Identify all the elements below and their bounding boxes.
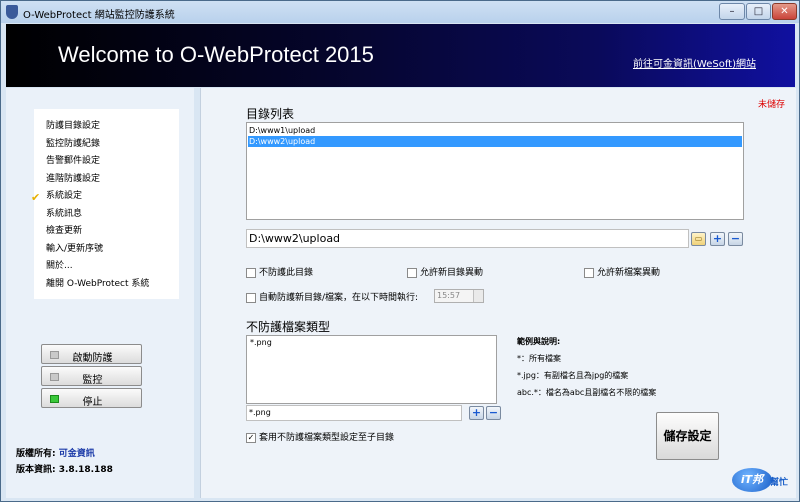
note-line: *.jpg：有副檔名且為jpg的檔案: [517, 371, 629, 380]
stop-button[interactable]: 停止: [41, 388, 142, 408]
menu-item-serial[interactable]: 輸入/更新序號: [46, 241, 103, 254]
minimize-button[interactable]: –: [719, 3, 745, 20]
allow-new-dir-checkbox[interactable]: 允許新目錄異動: [407, 265, 483, 278]
no-protect-dir-checkbox[interactable]: 不防護此目錄: [246, 265, 313, 278]
selected-check-icon: ✔: [31, 191, 41, 204]
list-item-selected[interactable]: D:\www2\upload: [248, 136, 742, 147]
ext-input[interactable]: *.png: [246, 405, 462, 421]
folder-browse-icon[interactable]: ▭: [691, 232, 706, 246]
ext-list[interactable]: *.png: [246, 335, 497, 404]
maximize-button[interactable]: □: [746, 3, 771, 20]
unsaved-indicator: 未儲存: [758, 100, 786, 110]
apply-subdirs-checkbox[interactable]: ✓ 套用不防護檔案類型設定至子目錄: [246, 430, 394, 443]
note-line: *：所有檔案: [517, 354, 561, 363]
menu-item-protect-dirs[interactable]: 防護目錄設定: [46, 118, 100, 131]
menu-item-system-messages[interactable]: 系統訊息: [46, 206, 82, 219]
add-ext-icon[interactable]: +: [469, 406, 484, 420]
ithelp-logo: iT邦: [732, 468, 772, 492]
ithelp-watermark: iT邦 幫忙: [732, 466, 796, 496]
allow-new-file-checkbox[interactable]: 允許新檔案異動: [584, 265, 660, 278]
auto-protect-checkbox[interactable]: 自動防護新目錄/檔案，在以下時間執行:: [246, 290, 418, 303]
version-line: 版本資訊: 3.8.18.188: [16, 465, 113, 475]
menu-item-about[interactable]: 關於...: [46, 258, 73, 271]
time-spinner[interactable]: [473, 290, 483, 302]
main-panel: 未儲存 目錄列表 D:\www1\upload D:\www2\upload D…: [200, 88, 796, 498]
menu-item-exit[interactable]: 離開 O-WebProtect 系統: [46, 276, 149, 289]
checkmark-icon: ✓: [246, 432, 256, 443]
menu-item-system-settings[interactable]: 系統設定: [46, 188, 82, 201]
no-protect-types-title: 不防護檔案類型: [246, 320, 331, 334]
app-shield-icon: [6, 5, 18, 19]
menu-item-alert-mail[interactable]: 告警郵件設定: [46, 153, 100, 166]
sidebar: ✔ 防護目錄設定 監控防護紀錄 告警郵件設定 進階防護設定 系統設定 系統訊息 …: [6, 88, 194, 498]
close-button[interactable]: ✕: [772, 3, 797, 20]
save-settings-button[interactable]: 儲存設定: [656, 412, 719, 460]
dir-path-input[interactable]: D:\www2\upload: [246, 229, 689, 248]
start-protect-button[interactable]: 啟動防護: [41, 344, 142, 364]
notes-title: 範例與說明:: [517, 337, 561, 346]
header-banner: Welcome to O-WebProtect 2015 前往可金資訊(WeSo…: [6, 24, 795, 87]
company-site-link[interactable]: 前往可金資訊(WeSoft)網站: [633, 55, 756, 70]
window-title: O-WebProtect 網站監控防護系統: [23, 10, 175, 21]
sidebar-menu: ✔ 防護目錄設定 監控防護紀錄 告警郵件設定 進階防護設定 系統設定 系統訊息 …: [31, 109, 179, 299]
list-item[interactable]: D:\www1\upload: [248, 125, 742, 136]
app-window: O-WebProtect 網站監控防護系統 – □ ✕ Welcome to O…: [0, 0, 800, 502]
dir-list[interactable]: D:\www1\upload D:\www2\upload: [246, 122, 744, 220]
dir-list-title: 目錄列表: [246, 107, 295, 121]
list-item[interactable]: *.png: [250, 338, 493, 347]
note-line: abc.*：檔名為abc且副檔名不限的檔案: [517, 388, 657, 397]
menu-item-check-update[interactable]: 檢查更新: [46, 223, 82, 236]
welcome-title: Welcome to O-WebProtect 2015: [58, 42, 374, 67]
title-bar[interactable]: O-WebProtect 網站監控防護系統 – □ ✕: [1, 1, 799, 23]
menu-item-monitor-log[interactable]: 監控防護紀錄: [46, 136, 100, 149]
remove-ext-icon[interactable]: −: [486, 406, 501, 420]
auto-protect-time[interactable]: 15:57: [434, 289, 484, 303]
add-dir-icon[interactable]: +: [710, 232, 725, 246]
monitor-button[interactable]: 監控: [41, 366, 142, 386]
menu-item-advanced[interactable]: 進階防護設定: [46, 171, 100, 184]
remove-dir-icon[interactable]: −: [728, 232, 743, 246]
copyright-line: 版權所有: 可金資訊: [16, 449, 95, 459]
